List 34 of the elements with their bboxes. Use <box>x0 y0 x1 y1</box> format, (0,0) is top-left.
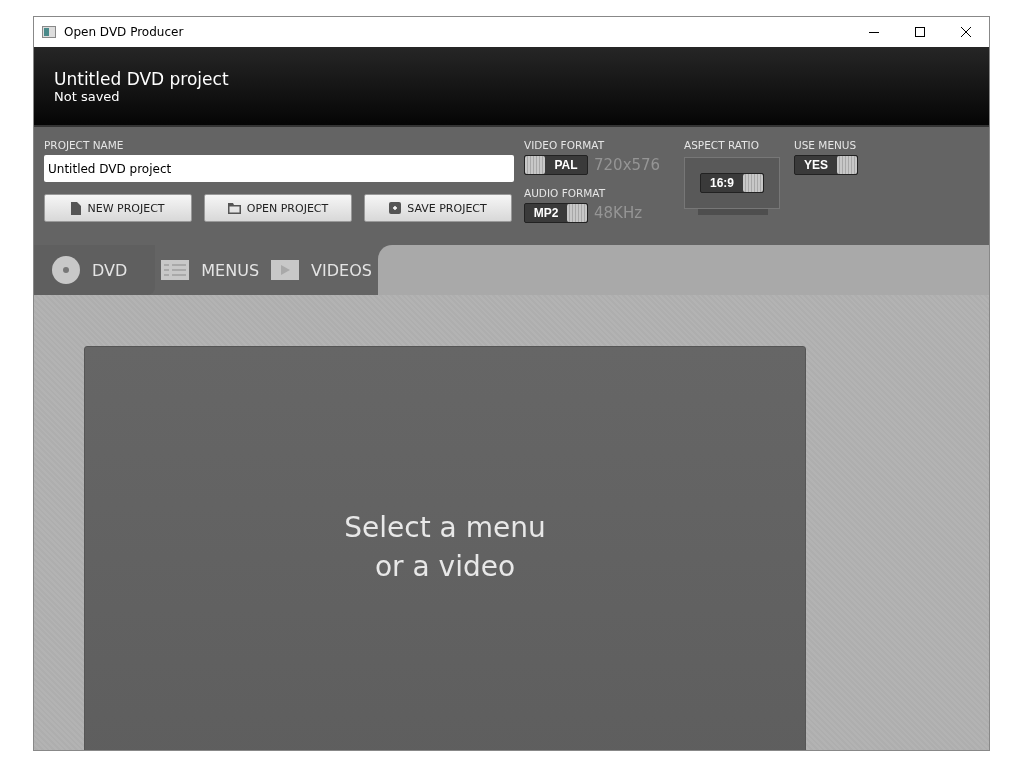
aspect-ratio-toggle[interactable]: 16:9 <box>700 173 764 193</box>
field-label: USE MENUS <box>794 139 858 151</box>
project-title: Untitled DVD project <box>54 69 230 89</box>
tab[interactable]: MENUS <box>155 245 266 295</box>
toggle-thumb[interactable] <box>567 204 587 222</box>
close-icon <box>961 27 971 37</box>
video-format-toggle[interactable]: PAL <box>524 155 588 175</box>
play-icon <box>271 260 300 280</box>
field-label: AUDIO FORMAT <box>524 187 607 199</box>
audio-format-toggle[interactable]: MP2 <box>524 203 588 223</box>
toggle-thumb[interactable] <box>525 156 545 174</box>
toggle-thumb[interactable] <box>837 156 857 174</box>
preview-message: Select a menu or a video <box>344 509 546 585</box>
use-menus-toggle[interactable]: YES <box>794 155 858 175</box>
project-name-field[interactable]: Untitled DVD project <box>44 155 514 182</box>
new-project-button[interactable]: NEW PROJECT <box>44 194 192 222</box>
disc-icon <box>52 256 80 284</box>
save-icon <box>389 202 402 214</box>
save-status: Not saved <box>54 89 121 104</box>
save-project-button[interactable]: SAVE PROJECT <box>364 194 512 222</box>
app-icon <box>42 26 56 38</box>
open-project-button[interactable]: OPEN PROJECT <box>204 194 352 222</box>
field-label: VIDEO FORMAT <box>524 139 606 151</box>
toggle-thumb[interactable] <box>743 174 763 192</box>
document-icon <box>71 201 82 215</box>
tab[interactable]: DVD <box>34 245 156 295</box>
tab[interactable]: VIDEOS <box>265 245 378 295</box>
list-icon <box>161 260 190 280</box>
folder-icon <box>227 202 241 214</box>
window-title: Open DVD Producer <box>64 25 185 39</box>
field-label: PROJECT NAME <box>44 139 125 151</box>
minimize-icon <box>869 31 879 33</box>
maximize-icon <box>915 27 925 37</box>
field-label: ASPECT RATIO <box>684 139 760 151</box>
